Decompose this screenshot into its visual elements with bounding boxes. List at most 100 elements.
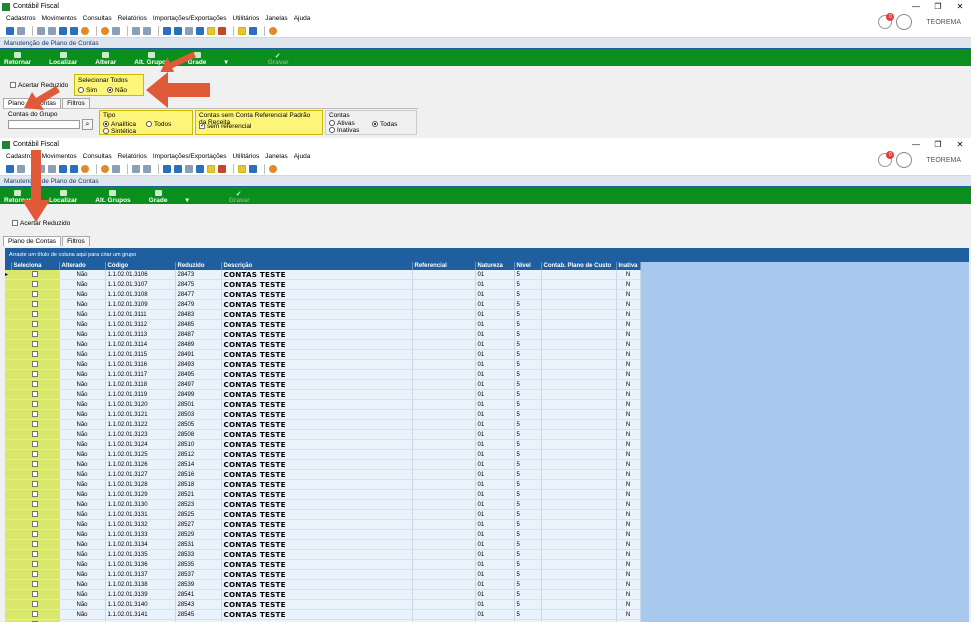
row-select-checkbox[interactable] [32, 381, 38, 388]
menu-janelas[interactable]: Janelas [265, 153, 287, 160]
seleciona-cell[interactable] [11, 509, 60, 521]
menu-movimentos[interactable]: Movimentos [42, 15, 77, 22]
table-row[interactable]: Não 1.1.02.01.3123 28508 CONTAS TESTE 01 5 N [5, 429, 641, 441]
table-row[interactable]: Não 1.1.02.01.3119 28499 CONTAS TESTE 01 5 N [5, 389, 641, 401]
table-row[interactable]: Não 1.1.02.01.3115 28491 CONTAS TESTE 01 5 N [5, 349, 641, 361]
notification-bell-icon[interactable]: 0 [878, 151, 895, 167]
col-reduzido[interactable]: Reduzido [175, 262, 222, 270]
seleciona-cell[interactable] [11, 389, 60, 401]
lamp-icon[interactable] [207, 26, 215, 35]
close-button[interactable]: ✕ [949, 2, 971, 11]
table-row[interactable]: Não 1.1.02.01.3113 28487 CONTAS TESTE 01 5 N [5, 329, 641, 341]
lamp-icon[interactable] [207, 164, 215, 173]
row-select-checkbox[interactable] [32, 371, 38, 378]
acertar-reduzido-checkbox-2[interactable] [12, 220, 18, 227]
tab-plano-de-contas-2[interactable]: Plano de Contas [3, 236, 62, 246]
menu-cadastros[interactable]: Cadastros [6, 15, 36, 22]
sem-referencial-checkbox[interactable] [199, 123, 205, 130]
table-row[interactable]: Não 1.1.02.01.3112 28485 CONTAS TESTE 01 5 N [5, 319, 641, 331]
table-row[interactable]: Não 1.1.02.01.3107 28475 CONTAS TESTE 01 5 N [5, 279, 641, 291]
menu-janelas[interactable]: Janelas [265, 15, 287, 22]
export-icon[interactable] [132, 26, 140, 35]
seleciona-cell[interactable] [11, 379, 60, 391]
col-codigo[interactable]: Código [105, 262, 176, 270]
restore-button[interactable]: ❐ [927, 2, 949, 11]
list-icon[interactable] [37, 26, 45, 35]
menu-importacoes[interactable]: Importações/Exportações [153, 15, 227, 22]
row-select-checkbox[interactable] [32, 321, 38, 328]
retornar-button[interactable]: Retornar [4, 52, 31, 66]
table-row[interactable]: Não 1.1.02.01.3125 28512 CONTAS TESTE 01 5 N [5, 449, 641, 461]
row-select-checkbox[interactable] [32, 351, 38, 358]
seleciona-cell[interactable] [11, 270, 60, 281]
row-select-checkbox[interactable] [32, 421, 38, 428]
grade-dropdown[interactable]: ▾ [224, 58, 227, 66]
seleciona-cell[interactable] [11, 489, 60, 501]
row-select-checkbox[interactable] [32, 451, 38, 458]
row-select-checkbox[interactable] [32, 431, 38, 438]
table-row[interactable]: Não 1.1.02.01.3137 28537 CONTAS TESTE 01 5 N [5, 569, 641, 581]
table-row[interactable]: Não 1.1.02.01.3131 28525 CONTAS TESTE 01 5 N [5, 509, 641, 521]
seleciona-cell[interactable] [11, 329, 60, 341]
menu-importacoes[interactable]: Importações/Exportações [153, 153, 227, 160]
tab-filtros[interactable]: Filtros [62, 98, 90, 108]
row-select-checkbox[interactable] [32, 271, 38, 278]
seleciona-cell[interactable] [11, 599, 60, 611]
seleciona-cell[interactable] [11, 339, 60, 351]
contas-ativas-radio[interactable] [329, 120, 335, 127]
row-select-checkbox[interactable] [32, 531, 38, 538]
open-icon[interactable] [6, 164, 14, 173]
export-icon[interactable] [132, 164, 140, 173]
seleciona-cell[interactable] [11, 299, 60, 311]
seleciona-cell[interactable] [11, 549, 60, 561]
row-select-checkbox[interactable] [32, 331, 38, 338]
seleciona-cell[interactable] [11, 289, 60, 301]
menu-ajuda[interactable]: Ajuda [294, 15, 311, 22]
contas-todas-radio[interactable] [372, 121, 378, 128]
table-row[interactable]: Não 1.1.02.01.3109 28479 CONTAS TESTE 01 5 N [5, 299, 641, 311]
user-avatar-icon[interactable] [896, 14, 913, 30]
user-avatar-icon[interactable] [896, 152, 913, 168]
row-select-checkbox[interactable] [32, 591, 38, 598]
table-row[interactable]: Não 1.1.02.01.3138 28539 CONTAS TESTE 01 5 N [5, 579, 641, 591]
alterar-button[interactable]: Alterar [95, 52, 116, 66]
table-row[interactable]: Não 1.1.02.01.3140 28543 CONTAS TESTE 01 5 N [5, 599, 641, 611]
row-select-checkbox[interactable] [32, 511, 38, 518]
seleciona-cell[interactable] [11, 469, 60, 481]
notification-bell-icon[interactable]: 0 [878, 13, 895, 29]
save-icon[interactable] [143, 164, 151, 173]
seleciona-cell[interactable] [11, 529, 60, 541]
localizar-button-2[interactable]: Localizar [49, 190, 77, 204]
power-icon[interactable] [269, 164, 277, 173]
col-contab-plano-custo[interactable]: Contab. Plano de Custo [541, 262, 617, 270]
row-select-checkbox[interactable] [32, 401, 38, 408]
seleciona-cell[interactable] [11, 359, 60, 371]
localizar-button[interactable]: Localizar [49, 52, 77, 66]
table-row[interactable]: Não 1.1.02.01.3128 28518 CONTAS TESTE 01 5 N [5, 479, 641, 491]
cascade-icon[interactable] [185, 26, 193, 35]
seleciona-cell[interactable] [11, 459, 60, 471]
nav-icon[interactable] [249, 26, 257, 35]
exit-icon[interactable] [218, 26, 226, 35]
chart-icon[interactable] [81, 164, 89, 173]
grade-dropdown-2[interactable]: ▾ [185, 196, 188, 204]
search-icon[interactable]: ⌕ [82, 119, 93, 130]
table-row[interactable]: Não 1.1.02.01.3134 28531 CONTAS TESTE 01 5 N [5, 539, 641, 551]
help-icon[interactable] [101, 164, 109, 173]
seleciona-cell[interactable] [11, 539, 60, 551]
row-select-checkbox[interactable] [32, 601, 38, 608]
row-select-checkbox[interactable] [32, 611, 38, 618]
row-select-checkbox[interactable] [32, 311, 38, 318]
row-select-checkbox[interactable] [32, 411, 38, 418]
calc-icon[interactable] [59, 164, 67, 173]
calendar-icon[interactable] [112, 164, 120, 173]
col-inativa[interactable]: Inativa [616, 262, 641, 270]
seleciona-cell[interactable] [11, 589, 60, 601]
table-icon[interactable] [48, 26, 56, 35]
table-row[interactable]: Não 1.1.02.01.3122 28505 CONTAS TESTE 01 5 N [5, 419, 641, 431]
selecionar-nao-radio[interactable] [107, 87, 114, 94]
open-icon[interactable] [6, 26, 14, 35]
contas-do-grupo-input[interactable] [8, 120, 80, 129]
table-row[interactable]: Não 1.1.02.01.3132 28527 CONTAS TESTE 01 5 N [5, 519, 641, 531]
favorites-icon[interactable] [238, 164, 246, 173]
